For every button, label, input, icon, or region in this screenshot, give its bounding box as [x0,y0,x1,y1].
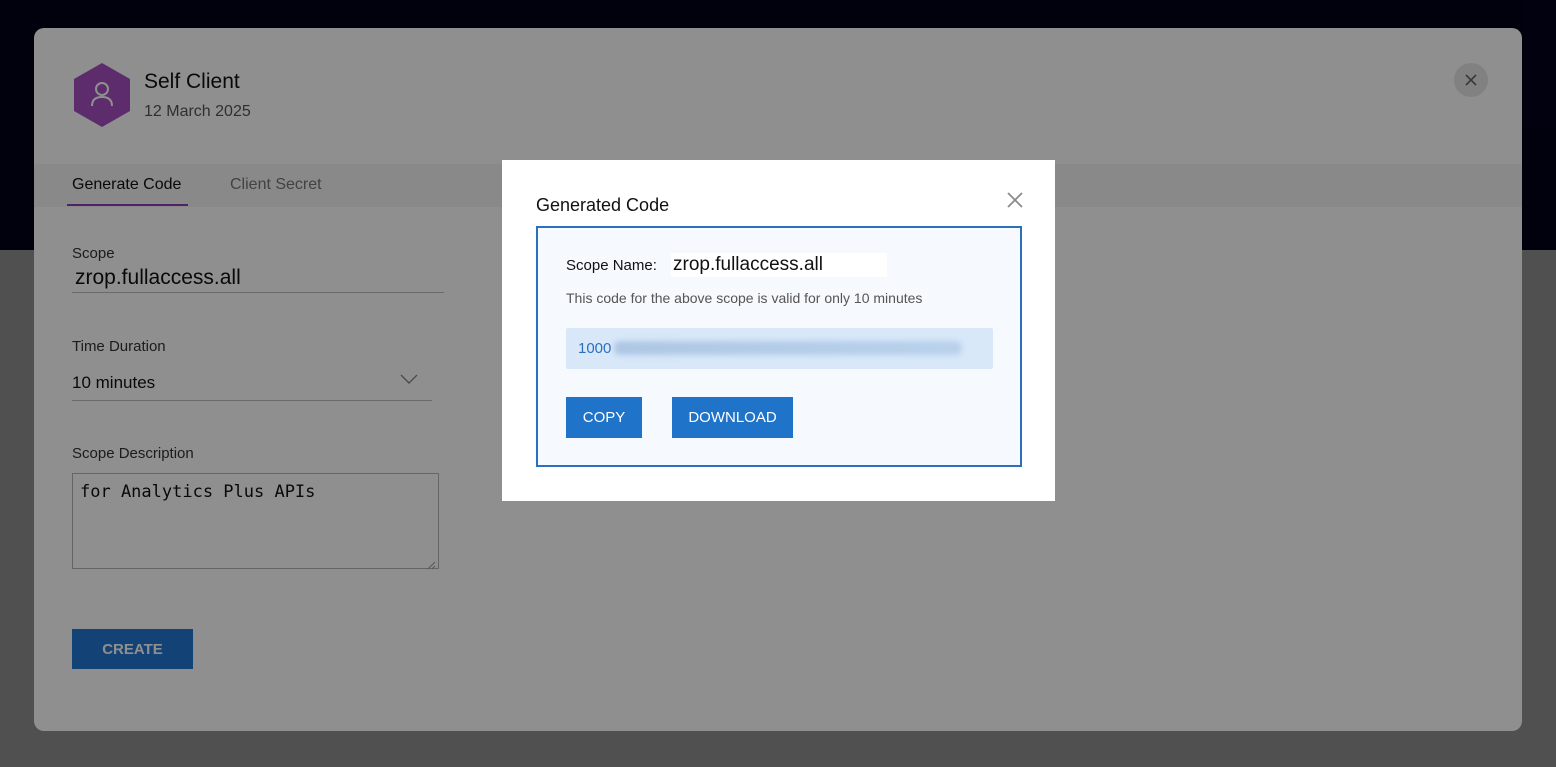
scope-name-value: zrop.fullaccess.all [671,253,887,277]
generated-code-dialog: Generated Code Scope Name: zrop.fullacce… [502,160,1055,501]
copy-button[interactable]: COPY [566,397,642,438]
download-button[interactable]: DOWNLOAD [672,397,793,438]
generated-code-prefix: 1000 [578,340,612,357]
page: Self Client 12 March 2025 Generate Code … [0,0,1556,767]
dialog-title: Generated Code [536,195,670,215]
redacted-code [614,341,962,355]
validity-note: This code for the above scope is valid f… [566,290,923,306]
code-panel: Scope Name: zrop.fullaccess.all This cod… [536,226,1022,467]
close-icon[interactable] [1004,189,1026,211]
scope-name-label: Scope Name: [566,257,657,274]
generated-code-field[interactable]: 1000 [566,328,993,369]
